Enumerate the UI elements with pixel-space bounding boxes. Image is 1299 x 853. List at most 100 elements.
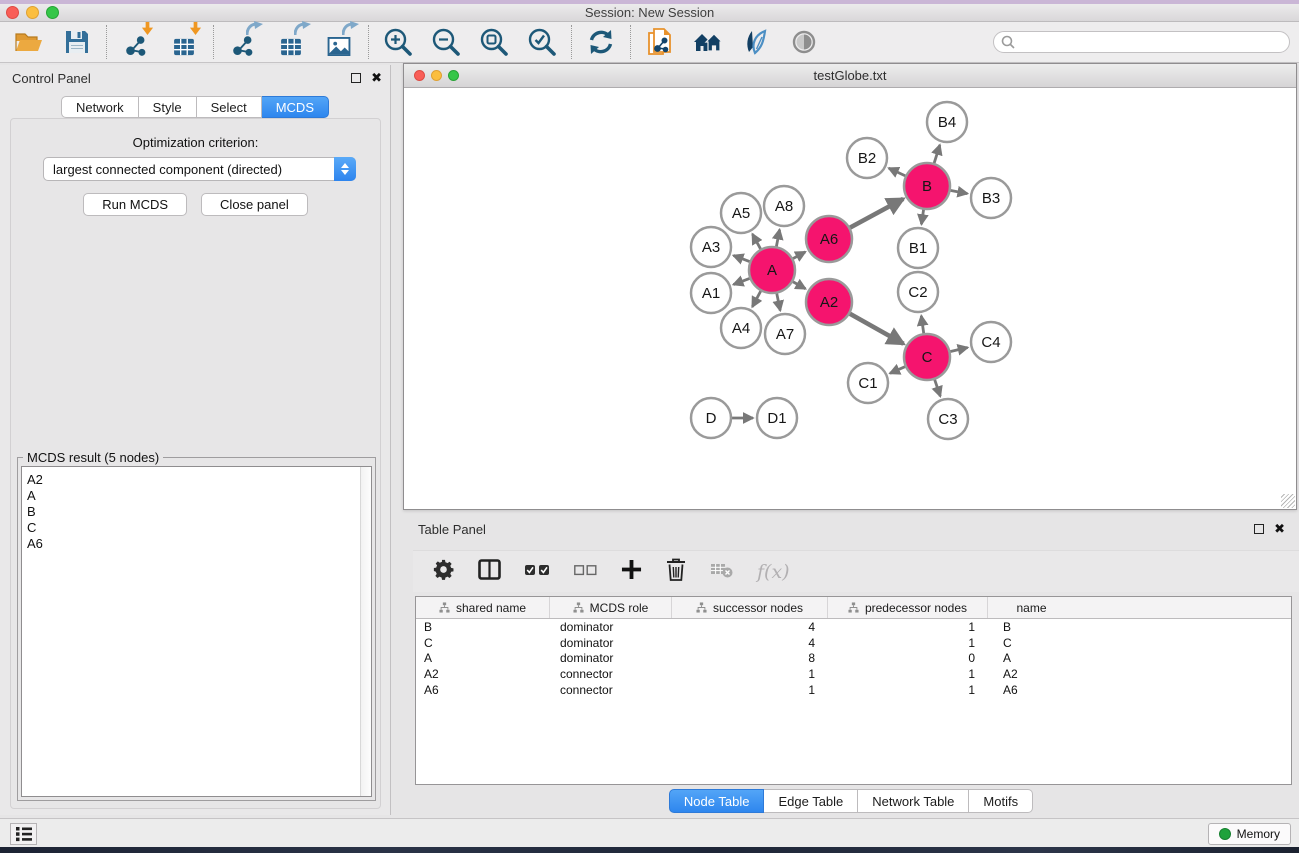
add-row-icon[interactable]: [621, 559, 642, 585]
tab-style[interactable]: Style: [139, 96, 197, 118]
tab-select[interactable]: Select: [197, 96, 262, 118]
graph-node-label-B3: B3: [982, 190, 1000, 207]
save-session-icon[interactable]: [61, 25, 93, 59]
table-panel-tabs: Node Table Edge Table Network Table Moti…: [403, 789, 1299, 813]
table-panel: Table Panel ✖: [403, 516, 1299, 815]
control-panel-tabs: Network Style Select MCDS: [0, 96, 390, 118]
app-titlebar[interactable]: Session: New Session: [0, 4, 1299, 22]
delete-table-icon: [710, 561, 733, 583]
tab-network-table[interactable]: Network Table: [858, 789, 969, 813]
column-header-shared-name[interactable]: shared name: [416, 597, 550, 618]
column-header-name[interactable]: name: [988, 597, 1075, 618]
table-header-row: shared name MCDS role successor nodes pr…: [416, 597, 1291, 619]
close-panel-button[interactable]: Close panel: [201, 193, 308, 216]
search-field[interactable]: [993, 31, 1290, 53]
column-header-predecessor-nodes[interactable]: predecessor nodes: [828, 597, 988, 618]
network-canvas[interactable]: B4B2BB3A8A5A6A3B1AC2A1A2A4A7C4CC1C3DD1: [405, 88, 1295, 509]
import-table-icon[interactable]: [168, 25, 200, 59]
memory-status-icon: [1219, 828, 1231, 840]
network-view-window[interactable]: testGlobe.txt B4B2BB3A8A5A6A3B1AC2A1A2A4…: [403, 63, 1297, 510]
column-type-icon: [696, 602, 707, 613]
dropdown-stepper-icon[interactable]: [334, 157, 356, 181]
open-session-icon[interactable]: [13, 25, 45, 59]
mcds-result-groupbox: MCDS result (5 nodes) A2 A B C A6: [17, 457, 376, 801]
select-all-checks-icon[interactable]: [525, 563, 550, 581]
desktop-wallpaper-strip: [0, 847, 1299, 853]
mcds-result-list[interactable]: A2 A B C A6: [21, 466, 372, 797]
column-header-successor-nodes[interactable]: successor nodes: [672, 597, 828, 618]
list-item[interactable]: A6: [27, 536, 371, 552]
graph-node-label-A6: A6: [820, 231, 838, 248]
deselect-all-checks-icon[interactable]: [574, 563, 597, 581]
close-panel-icon[interactable]: ✖: [371, 73, 382, 83]
statusbar: Memory: [0, 818, 1299, 847]
clone-network-icon[interactable]: [644, 25, 676, 59]
export-network-icon[interactable]: [227, 25, 259, 59]
import-network-icon[interactable]: [120, 25, 152, 59]
tab-node-table[interactable]: Node Table: [669, 789, 765, 813]
control-panel: Control Panel ✖ Network Style Select MCD…: [0, 65, 391, 815]
network-window-title: testGlobe.txt: [404, 68, 1296, 83]
zoom-out-icon[interactable]: [430, 25, 462, 59]
list-scrollbar[interactable]: [360, 467, 371, 796]
task-history-button[interactable]: [10, 823, 37, 845]
zoom-in-icon[interactable]: [382, 25, 414, 59]
table-row[interactable]: A2connector11A2: [416, 666, 1291, 682]
tab-mcds[interactable]: MCDS: [262, 96, 329, 118]
search-input[interactable]: [1019, 35, 1289, 49]
mcds-tab-content: Optimization criterion: largest connecte…: [10, 118, 381, 809]
tab-edge-table[interactable]: Edge Table: [764, 789, 858, 813]
graph-node-label-B1: B1: [909, 240, 927, 257]
memory-button[interactable]: Memory: [1208, 823, 1291, 845]
graph-node-label-B2: B2: [858, 150, 876, 167]
column-type-icon: [439, 602, 450, 613]
table-row[interactable]: Cdominator41C: [416, 635, 1291, 651]
refresh-icon[interactable]: [585, 25, 617, 59]
memory-label: Memory: [1237, 827, 1280, 841]
table-options-gear-icon[interactable]: [433, 559, 454, 585]
network-graph: B4B2BB3A8A5A6A3B1AC2A1A2A4A7C4CC1C3DD1: [405, 88, 1295, 509]
node-table: shared name MCDS role successor nodes pr…: [415, 596, 1292, 785]
column-type-icon: [848, 602, 859, 613]
resize-grip-icon[interactable]: [1281, 494, 1295, 508]
list-item[interactable]: B: [27, 504, 371, 520]
mcds-result-title: MCDS result (5 nodes): [23, 450, 163, 465]
home-icon[interactable]: [692, 25, 724, 59]
app-title: Session: New Session: [0, 5, 1299, 20]
list-item[interactable]: A2: [27, 472, 371, 488]
graph-node-label-B: B: [922, 178, 932, 195]
zoom-selected-icon[interactable]: [526, 25, 558, 59]
table-toolbar: f(x): [413, 550, 1299, 592]
zoom-fit-icon[interactable]: [478, 25, 510, 59]
table-row[interactable]: Adominator80A: [416, 650, 1291, 666]
show-hide-icon[interactable]: [788, 25, 820, 59]
show-columns-icon[interactable]: [478, 559, 501, 585]
list-item[interactable]: A: [27, 488, 371, 504]
control-panel-title: Control Panel: [12, 71, 91, 86]
graph-node-label-D1: D1: [767, 410, 786, 427]
float-panel-icon[interactable]: [1254, 524, 1264, 534]
column-header-mcds-role[interactable]: MCDS role: [550, 597, 672, 618]
export-table-icon[interactable]: [275, 25, 307, 59]
graph-node-label-A8: A8: [775, 198, 793, 215]
graph-node-label-C2: C2: [908, 284, 927, 301]
float-panel-icon[interactable]: [351, 73, 361, 83]
graph-node-label-A1: A1: [702, 285, 720, 302]
list-icon: [15, 826, 33, 842]
run-mcds-button[interactable]: Run MCDS: [83, 193, 187, 216]
graph-node-label-A7: A7: [776, 326, 794, 343]
help-pen-icon[interactable]: [740, 25, 772, 59]
graph-node-label-A4: A4: [732, 320, 750, 337]
optimization-criterion-select[interactable]: largest connected component (directed): [43, 157, 356, 181]
tab-motifs[interactable]: Motifs: [969, 789, 1033, 813]
export-image-icon[interactable]: [323, 25, 355, 59]
tab-network[interactable]: Network: [61, 96, 139, 118]
list-item[interactable]: C: [27, 520, 371, 536]
main-toolbar: [0, 22, 1299, 63]
table-row[interactable]: Bdominator41B: [416, 619, 1291, 635]
table-row[interactable]: A6connector11A6: [416, 682, 1291, 698]
network-window-titlebar[interactable]: testGlobe.txt: [404, 64, 1296, 88]
graph-node-label-C: C: [922, 349, 933, 366]
delete-rows-icon[interactable]: [666, 558, 686, 586]
close-panel-icon[interactable]: ✖: [1274, 524, 1285, 534]
